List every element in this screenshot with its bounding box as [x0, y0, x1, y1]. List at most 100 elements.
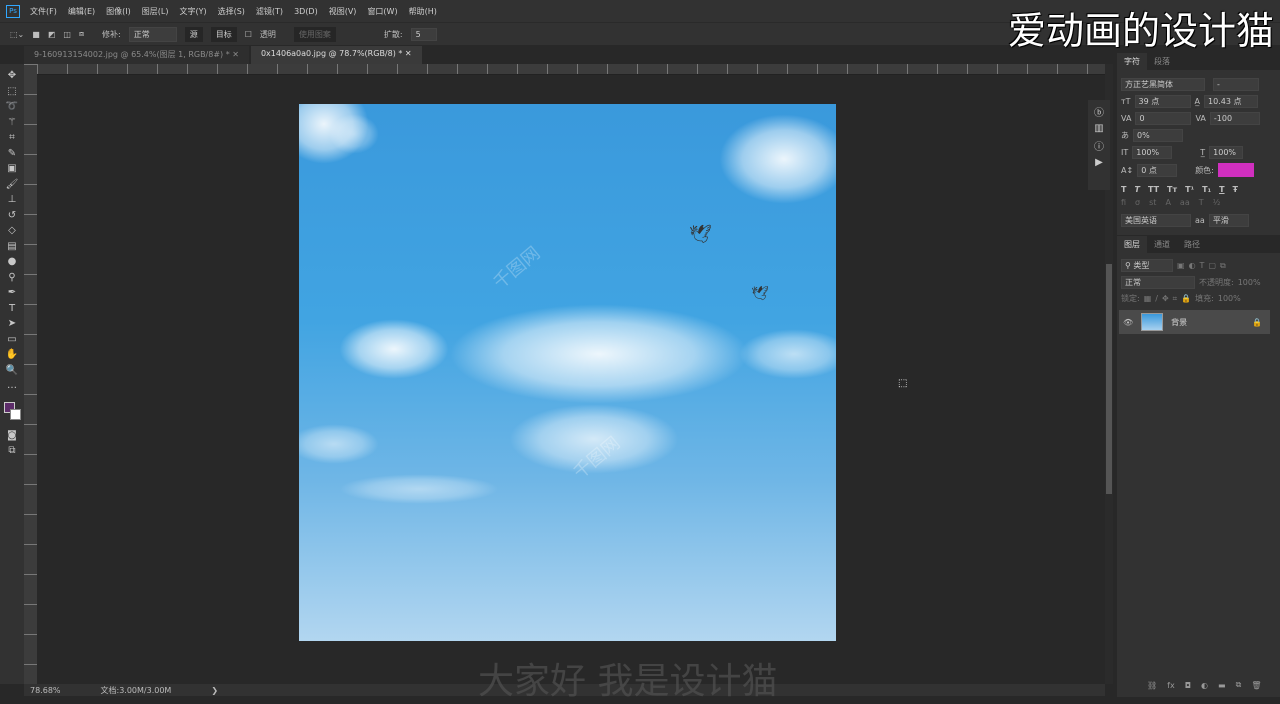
new-layer-icon[interactable]: ⧉ — [1236, 680, 1242, 690]
menu-3d[interactable]: 3D(D) — [294, 7, 318, 16]
kerning-field[interactable]: 0 — [1135, 112, 1192, 125]
vertical-scale-field[interactable]: 100% — [1132, 146, 1173, 159]
more-tools-icon[interactable]: … — [4, 378, 20, 394]
all-caps-button[interactable]: TT — [1148, 185, 1159, 194]
blend-mode-select[interactable]: 正常 — [1121, 276, 1195, 289]
document-canvas[interactable]: 🕊 🕊 千图网 千图网 — [299, 104, 836, 641]
eyedropper-tool-icon[interactable]: ✎ — [4, 146, 20, 162]
old-style-icon[interactable]: σ — [1135, 198, 1140, 207]
background-color[interactable] — [10, 408, 21, 420]
dodge-tool-icon[interactable]: ⚲ — [4, 270, 20, 286]
menu-window[interactable]: 窗口(W) — [367, 6, 397, 17]
lock-pixels-icon[interactable]: ▦ — [1144, 294, 1152, 303]
path-select-tool-icon[interactable]: ➤ — [4, 316, 20, 332]
new-group-icon[interactable]: ▬ — [1218, 681, 1226, 690]
marquee-tool-icon[interactable]: ⬚ — [4, 84, 20, 100]
blur-tool-icon[interactable]: ● — [4, 254, 20, 270]
intersect-selection-icon[interactable]: ⧈ — [79, 29, 84, 39]
menu-select[interactable]: 选择(S) — [218, 6, 245, 17]
ligature-icon[interactable]: ﬁ — [1121, 198, 1126, 207]
antialias-select[interactable]: 平滑 — [1208, 214, 1249, 227]
stylistic-icon[interactable]: A — [1165, 198, 1170, 207]
horizontal-scale-field[interactable]: 100% — [1209, 146, 1244, 159]
actions-play-icon[interactable]: ▶ — [1095, 157, 1103, 168]
filter-pixel-icon[interactable]: ▣ — [1177, 261, 1185, 270]
filter-adjust-icon[interactable]: ◐ — [1189, 261, 1196, 270]
link-layers-icon[interactable]: ⛓ — [1147, 681, 1157, 690]
adjustment-layer-icon[interactable]: ◐ — [1201, 681, 1208, 690]
lock-artboard-icon[interactable]: ⌗ — [1173, 294, 1178, 304]
layer-row[interactable]: 👁 背景 🔒 — [1119, 310, 1270, 334]
tab-character[interactable]: 字符 — [1117, 52, 1147, 70]
lock-paint-icon[interactable]: / — [1155, 294, 1158, 303]
superscript-button[interactable]: T¹ — [1185, 185, 1194, 194]
menu-view[interactable]: 视图(V) — [329, 6, 357, 17]
color-swatches[interactable] — [3, 401, 21, 422]
font-size-field[interactable]: 39 点 — [1134, 95, 1191, 108]
layer-filter-select[interactable]: ⚲ 类型 — [1121, 259, 1173, 272]
tab-layers[interactable]: 图层 — [1117, 235, 1147, 253]
magic-wand-tool-icon[interactable]: ⚚ — [4, 115, 20, 131]
fill-field[interactable]: 100% — [1218, 294, 1241, 303]
tab-paths[interactable]: 路径 — [1177, 236, 1207, 253]
tsume-field[interactable]: 0% — [1133, 129, 1183, 142]
swash-icon[interactable]: st — [1149, 198, 1156, 207]
document-tab-active[interactable]: 0x1406a0a0.jpg @ 78.7%(RGB/8) * ✕ — [250, 46, 422, 64]
titling-icon[interactable]: aa — [1180, 198, 1190, 207]
tracking-field[interactable]: -100 — [1209, 112, 1260, 125]
fx-icon[interactable]: fx — [1167, 681, 1175, 690]
add-selection-icon[interactable]: ◩ — [48, 30, 56, 39]
quick-mask-icon[interactable]: ◙ — [4, 428, 20, 444]
gradient-tool-icon[interactable]: ▤ — [4, 239, 20, 255]
patch-tool-icon[interactable]: ⬚⌄ — [10, 30, 24, 39]
filter-type-icon[interactable]: T — [1200, 261, 1205, 270]
menu-image[interactable]: 图像(I) — [106, 6, 131, 17]
clone-source-icon[interactable]: ▥ — [1094, 123, 1103, 134]
filter-shape-icon[interactable]: ▢ — [1208, 261, 1216, 270]
menu-edit[interactable]: 编辑(E) — [68, 6, 95, 17]
add-mask-icon[interactable]: ◘ — [1185, 681, 1191, 690]
eraser-tool-icon[interactable]: ◇ — [4, 223, 20, 239]
delete-layer-icon[interactable]: 🗑 — [1251, 681, 1261, 690]
source-button[interactable]: 源 — [184, 26, 203, 42]
move-tool-icon[interactable]: ✥ — [4, 68, 20, 84]
new-selection-icon[interactable]: ■ — [32, 30, 40, 39]
patch-mode-select[interactable]: 正常 — [128, 26, 177, 42]
font-family-select[interactable]: 方正艺黑简体 — [1121, 78, 1205, 91]
faux-bold-button[interactable]: T — [1121, 185, 1126, 194]
subtract-selection-icon[interactable]: ◫ — [63, 30, 71, 39]
menu-type[interactable]: 文字(Y) — [179, 6, 206, 17]
tab-channels[interactable]: 通道 — [1147, 236, 1177, 253]
font-style-select[interactable]: - — [1213, 78, 1259, 91]
faux-italic-button[interactable]: T — [1134, 185, 1139, 194]
fraction-icon[interactable]: ½ — [1213, 198, 1221, 207]
strikethrough-button[interactable]: Ŧ — [1233, 185, 1238, 194]
filter-smart-icon[interactable]: ⧉ — [1220, 261, 1226, 271]
rectangle-tool-icon[interactable]: ▭ — [4, 332, 20, 348]
zoom-level[interactable]: 78.68% — [30, 686, 61, 695]
document-tab[interactable]: 9-160913154002.jpg @ 65.4%(图层 1, RGB/8#)… — [24, 46, 249, 64]
underline-button[interactable]: T — [1219, 185, 1224, 194]
visibility-eye-icon[interactable]: 👁 — [1123, 318, 1133, 327]
baseline-field[interactable]: 0 点 — [1137, 163, 1178, 177]
menu-layer[interactable]: 图层(L) — [142, 6, 169, 17]
info-icon[interactable]: ⓘ — [1094, 138, 1104, 153]
lasso-tool-icon[interactable]: ➰ — [4, 99, 20, 115]
brush-tool-icon[interactable]: 🖌 — [4, 177, 20, 193]
subscript-button[interactable]: T₁ — [1202, 185, 1211, 194]
pen-tool-icon[interactable]: ✒ — [4, 285, 20, 301]
menu-help[interactable]: 帮助(H) — [409, 6, 437, 17]
ordinal-icon[interactable]: T — [1199, 198, 1204, 207]
use-pattern-button[interactable]: 使用图案 — [293, 26, 336, 42]
menu-file[interactable]: 文件(F) — [30, 6, 57, 17]
lock-all-icon[interactable]: 🔒 — [1181, 294, 1191, 303]
lock-position-icon[interactable]: ✥ — [1162, 294, 1169, 303]
target-button[interactable]: 目标 — [210, 26, 237, 42]
crop-tool-icon[interactable]: ⌗ — [4, 130, 20, 146]
brush-settings-icon[interactable]: ⓑ — [1094, 104, 1104, 119]
transparent-checkbox[interactable]: ☐ — [245, 30, 252, 39]
text-color-swatch[interactable] — [1217, 163, 1254, 177]
small-caps-button[interactable]: Tт — [1167, 185, 1177, 194]
diffusion-select[interactable]: 5 — [410, 27, 437, 41]
hand-tool-icon[interactable]: ✋ — [4, 347, 20, 363]
